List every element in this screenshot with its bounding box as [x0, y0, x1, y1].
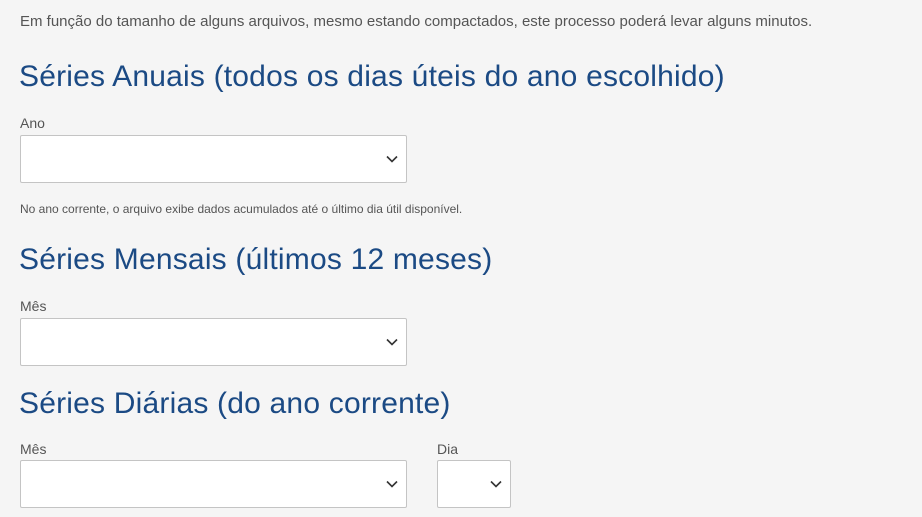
year-label: Ano: [20, 115, 45, 131]
daily-series-title: Séries Diárias (do ano corrente): [19, 387, 451, 420]
monthly-month-label: Mês: [20, 298, 47, 314]
daily-month-select[interactable]: [20, 460, 407, 508]
annual-series-title: Séries Anuais (todos os dias úteis do an…: [19, 60, 725, 93]
chevron-down-icon: [490, 480, 502, 488]
chevron-down-icon: [386, 155, 398, 163]
daily-day-select[interactable]: [437, 460, 511, 508]
chevron-down-icon: [386, 338, 398, 346]
year-select[interactable]: [20, 135, 407, 183]
intro-text: Em função do tamanho de alguns arquivos,…: [20, 13, 813, 30]
daily-month-label: Mês: [20, 441, 47, 457]
monthly-month-select[interactable]: [20, 318, 407, 366]
daily-day-label: Dia: [437, 441, 459, 457]
annual-note: No ano corrente, o arquivo exibe dados a…: [20, 202, 463, 216]
monthly-series-title: Séries Mensais (últimos 12 meses): [19, 243, 493, 276]
chevron-down-icon: [386, 480, 398, 488]
